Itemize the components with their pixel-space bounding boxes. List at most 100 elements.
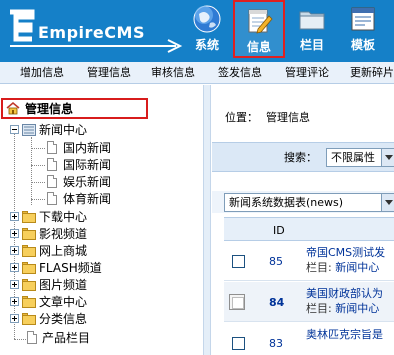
tree-node-sports-news[interactable]: 体育新闻 — [47, 191, 147, 207]
row-title-link[interactable]: 美国财政部认为 — [306, 287, 383, 300]
tree-node-label: 网上商城 — [39, 244, 88, 258]
nav-info-button[interactable]: 信息 — [233, 0, 285, 58]
position-label: 位置： — [225, 111, 258, 124]
nav-template-button[interactable]: 模板 — [338, 0, 388, 58]
chevron-down-icon[interactable] — [381, 194, 394, 211]
tree-node-picture-channel[interactable]: 图片频道 — [10, 277, 130, 293]
expand-icon[interactable] — [10, 314, 19, 323]
search-label: 搜索： — [284, 151, 317, 164]
tree-node-label: 体育新闻 — [63, 192, 112, 206]
folder-icon — [22, 228, 36, 240]
logo-text: EmpireCMS — [38, 23, 145, 42]
row-meta-label: 栏目: — [306, 302, 336, 315]
search-bar: 搜索： 不限属性 — [212, 142, 394, 172]
row-checkbox[interactable] — [232, 255, 245, 268]
folder-icon — [22, 279, 36, 291]
expand-icon[interactable] — [10, 263, 19, 272]
tree-guide-line — [14, 339, 26, 340]
tree-node-label: 国际新闻 — [63, 158, 112, 172]
data-table-select[interactable]: 新闻系统数据表(news) — [224, 193, 394, 212]
folder-icon — [22, 262, 36, 274]
globe-icon — [193, 5, 221, 33]
nav-template-label: 模板 — [350, 38, 375, 52]
tree-node-label: 下载中心 — [39, 210, 88, 224]
subnav-review-info[interactable]: 审核信息 — [151, 66, 195, 79]
position-breadcrumb-link[interactable]: 管理信息 — [266, 111, 310, 124]
folder-icon — [22, 296, 36, 308]
page-icon — [47, 141, 57, 154]
subnav-update-fragments[interactable]: 更新碎片 — [350, 66, 394, 79]
row-id: 83 — [269, 337, 283, 350]
expand-icon[interactable] — [10, 246, 19, 255]
tree-guide-line — [31, 199, 45, 200]
nav-system-label: 系统 — [194, 38, 219, 52]
column-header-id[interactable]: ID — [273, 224, 285, 237]
data-table-select-value: 新闻系统数据表(news) — [229, 196, 344, 209]
collapse-icon[interactable] — [10, 125, 19, 134]
top-header: EmpireCMS 系统 信息 栏目 模板 — [0, 0, 394, 62]
subnav-manage-comments[interactable]: 管理评论 — [285, 66, 329, 79]
table-row: 85 帝国CMS测试发 栏目: 新闻中心 — [224, 241, 394, 281]
attribute-filter-value: 不限属性 — [331, 151, 375, 164]
tree-header[interactable]: 管理信息 — [1, 98, 148, 119]
row-meta-value[interactable]: 新闻中心 — [335, 302, 379, 315]
tree-node-product-column[interactable]: 产品栏目 — [27, 330, 137, 346]
row-title-link[interactable]: 帝国CMS测试发 — [306, 246, 385, 259]
subnav-sign-info[interactable]: 签发信息 — [218, 66, 262, 79]
nav-column-label: 栏目 — [299, 38, 324, 52]
page-icon — [27, 331, 37, 344]
tree-guide-line — [31, 182, 45, 183]
subnav-add-info[interactable]: 增加信息 — [20, 66, 64, 79]
notepad-edit-icon — [248, 9, 273, 34]
row-meta: 栏目: 新闻中心 — [306, 261, 379, 274]
table-row: 83 奥林匹克宗旨是 — [224, 323, 394, 355]
attribute-filter-select[interactable]: 不限属性 — [326, 148, 394, 167]
tree-node-classified-info[interactable]: 分类信息 — [10, 311, 130, 327]
nav-info-label: 信息 — [246, 40, 271, 54]
chevron-down-icon[interactable] — [381, 149, 394, 166]
tree-node-domestic-news[interactable]: 国内新闻 — [47, 140, 147, 156]
page-icon — [47, 158, 57, 171]
row-title-link[interactable]: 奥林匹克宗旨是 — [306, 328, 383, 341]
row-meta: 栏目: 新闻中心 — [306, 302, 379, 315]
frame-splitter[interactable] — [203, 85, 211, 355]
folder-icon — [22, 313, 36, 325]
tree-node-entertainment-news[interactable]: 娱乐新闻 — [47, 174, 147, 190]
folder-icon — [22, 245, 36, 257]
home-icon — [6, 102, 20, 115]
nav-column-button[interactable]: 栏目 — [287, 0, 337, 58]
expand-icon[interactable] — [10, 297, 19, 306]
window-template-icon — [351, 7, 375, 31]
tree-node-video-channel[interactable]: 影视频道 — [10, 226, 130, 242]
row-id: 85 — [269, 255, 283, 268]
tree-node-news-center[interactable]: 新闻中心 — [10, 122, 120, 138]
tree-title: 管理信息 — [25, 102, 74, 116]
nav-system-button[interactable]: 系统 — [182, 0, 232, 58]
expand-icon[interactable] — [10, 212, 19, 221]
expand-icon[interactable] — [10, 229, 19, 238]
category-tree: 管理信息 新闻中心 国内新闻 国际新闻 娱乐新闻 体育新闻 下载中心 影视频道 … — [0, 85, 203, 355]
table-row: 84 美国财政部认为 栏目: 新闻中心 — [224, 282, 394, 322]
subnav-manage-info[interactable]: 管理信息 — [87, 66, 131, 79]
row-checkbox[interactable] — [232, 337, 245, 350]
tree-node-label: FLASH频道 — [39, 261, 102, 275]
page-icon — [47, 175, 57, 188]
row-checkbox[interactable] — [229, 294, 245, 310]
folder-icon — [299, 11, 325, 30]
info-table-header: ID — [224, 217, 394, 241]
tree-node-download-center[interactable]: 下载中心 — [10, 209, 130, 225]
tree-node-online-mall[interactable]: 网上商城 — [10, 243, 130, 259]
tree-node-label: 产品栏目 — [42, 331, 91, 345]
expand-icon[interactable] — [10, 280, 19, 289]
tree-node-flash-channel[interactable]: FLASH频道 — [10, 260, 130, 276]
folder-icon — [22, 211, 36, 223]
row-id: 84 — [269, 296, 285, 309]
tree-node-article-center[interactable]: 文章中心 — [10, 294, 130, 310]
main-content: 位置： 管理信息 搜索： 不限属性 新闻系统数据表(news) ID 85 帝国… — [212, 85, 394, 355]
tree-node-international-news[interactable]: 国际新闻 — [47, 157, 147, 173]
tree-node-label: 娱乐新闻 — [63, 175, 112, 189]
tree-node-label: 图片频道 — [39, 278, 88, 292]
tree-guide-line — [31, 148, 45, 149]
tree-node-label: 文章中心 — [39, 295, 88, 309]
row-meta-value[interactable]: 新闻中心 — [335, 261, 379, 274]
